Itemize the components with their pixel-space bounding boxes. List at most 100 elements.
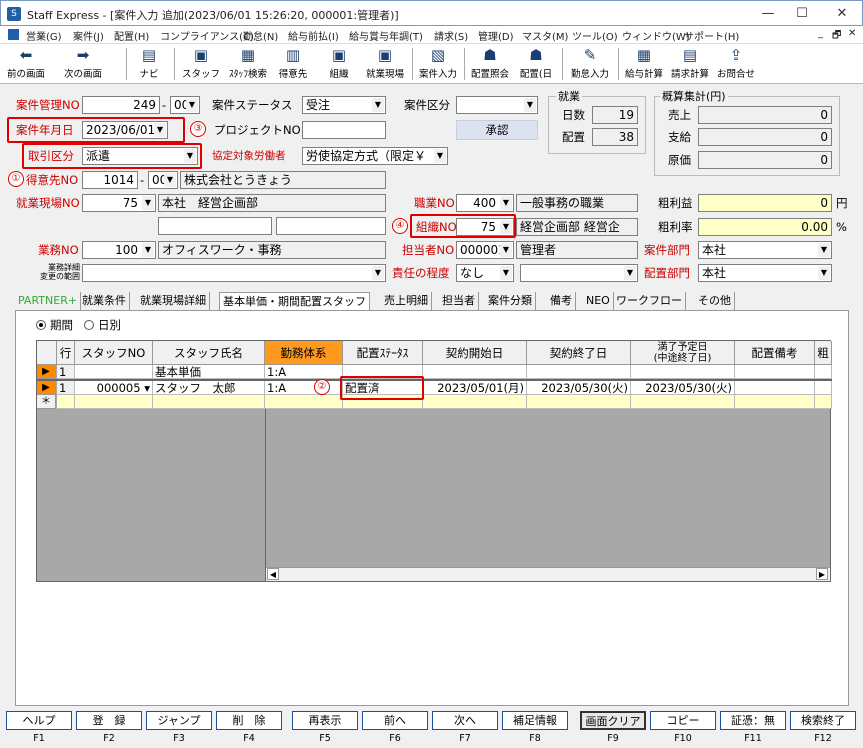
chevron-down-icon[interactable]: ▼ [818, 243, 830, 257]
case-input-button[interactable]: ▧ 案件入力 [416, 46, 460, 80]
row-selector[interactable]: ▶ [37, 381, 56, 395]
payroll-calc-button[interactable]: ▦ 給与計算 [622, 46, 666, 80]
chevron-down-icon[interactable]: ▼ [500, 266, 512, 280]
staff-search-button[interactable]: ▦ ｽﾀｯﾌ検索 [224, 46, 272, 80]
job-no-input[interactable]: 400 ▼ [456, 194, 514, 212]
chevron-down-icon[interactable]: ▼ [818, 266, 830, 280]
scroll-right-icon[interactable]: ▶ [816, 568, 828, 580]
sub-minimize-button[interactable]: _ [818, 28, 823, 39]
cell-start[interactable] [423, 365, 527, 379]
menu-case[interactable]: 案件(J) [73, 28, 104, 43]
menu-attendance[interactable]: 勤怠(N) [243, 28, 278, 43]
assign-query-button[interactable]: ☗ 配置照会 [468, 46, 512, 80]
menu-admin[interactable]: 管理(D) [478, 28, 514, 43]
scroll-left-icon[interactable]: ◀ [267, 568, 279, 580]
cell-new[interactable] [423, 395, 527, 409]
chevron-down-icon[interactable]: ▼ [372, 266, 384, 280]
tab-site-details[interactable]: 就業現場詳細 [137, 292, 210, 310]
chevron-down-icon[interactable]: ▼ [142, 243, 154, 257]
client-no-input[interactable]: 1014 [82, 171, 138, 189]
cell-staff-name[interactable]: 基本単価 [153, 365, 265, 379]
daily-radio[interactable] [84, 320, 94, 330]
minimize-button[interactable]: — [753, 4, 783, 24]
menu-billing[interactable]: 請求(S) [434, 28, 468, 43]
chevron-down-icon[interactable]: ▼ [186, 98, 198, 112]
tab-sales-detail[interactable]: 売上明細 [381, 292, 432, 310]
row-selector[interactable]: ▶ [37, 365, 56, 379]
cell-end[interactable] [527, 365, 631, 379]
project-input[interactable] [302, 121, 386, 139]
site-extra-input-2[interactable] [276, 217, 386, 235]
cell-new[interactable] [631, 395, 735, 409]
tab-base-rate-staff[interactable]: 基本単価・期間配置スタッフ [219, 292, 370, 310]
menu-payroll[interactable]: 給与賞与年調(T) [349, 28, 423, 43]
cell-new[interactable] [265, 395, 343, 409]
cell-gross[interactable] [815, 381, 832, 395]
resp-select[interactable]: なし ▼ [456, 264, 514, 282]
inquiry-button[interactable]: ⇪ お問合せ [714, 46, 758, 80]
case-kind-select[interactable]: ▼ [456, 96, 538, 114]
cell-new[interactable] [75, 395, 153, 409]
site-no-input[interactable]: 75 ▼ [82, 194, 156, 212]
menu-master[interactable]: マスタ(M) [522, 28, 568, 43]
organization-button[interactable]: ▣ 組織 [324, 46, 354, 80]
cell-new[interactable] [735, 395, 815, 409]
cell-shift[interactable]: 1:A [265, 381, 343, 395]
menu-prepay[interactable]: 給与前払(I) [288, 28, 339, 43]
f6-prev-button[interactable]: 前へ [362, 711, 428, 730]
work-no-input[interactable]: 100 ▼ [82, 241, 156, 259]
chevron-down-icon[interactable]: ▼ [142, 196, 154, 210]
f4-delete-button[interactable]: 削 除 [216, 711, 282, 730]
tab-workflow[interactable]: ワークフロー [613, 292, 686, 310]
tab-case-category[interactable]: 案件分類 [485, 292, 536, 310]
navi-button[interactable]: ▤ ナビ [134, 46, 164, 80]
case-dept-select[interactable]: 本社 ▼ [698, 241, 832, 259]
f7-next-button[interactable]: 次へ [432, 711, 498, 730]
f9-clear-screen-button[interactable]: 画面クリア [580, 711, 646, 730]
tab-others[interactable]: その他 [695, 292, 735, 310]
cell-staff-no[interactable]: 000005 ▾ [75, 381, 153, 395]
prev-screen-button[interactable]: ⬅ 前の画面 [4, 46, 48, 80]
cell-due[interactable]: 2023/05/30(火) [631, 381, 735, 395]
cell-end[interactable]: 2023/05/30(火) [527, 381, 631, 395]
case-no-input[interactable]: 249 [82, 96, 160, 114]
case-no-sub-select[interactable]: 000▼ [170, 96, 200, 114]
agreement-select[interactable]: 労使協定方式（限定￥ ▼ [302, 147, 448, 165]
next-screen-button[interactable]: ➡ 次の画面 [60, 46, 106, 80]
client-button[interactable]: ▥ 得意先 [276, 46, 310, 80]
case-status-select[interactable]: 受注 ▼ [302, 96, 386, 114]
cell-new[interactable] [815, 395, 832, 409]
staff-button[interactable]: ▣ スタッフ [182, 46, 220, 80]
sub-close-button[interactable]: ✕ [848, 28, 856, 39]
cell-new[interactable] [153, 395, 265, 409]
chevron-down-icon[interactable]: ▼ [500, 196, 512, 210]
billing-calc-button[interactable]: ▤ 請求計算 [668, 46, 712, 80]
cell-shift[interactable]: 1:A [265, 365, 343, 379]
f12-end-search-button[interactable]: 検索終了 [790, 711, 856, 730]
attendance-input-button[interactable]: ✎ 勤怠入力 [566, 46, 614, 80]
org-no-input[interactable]: 75 ▼ [456, 218, 514, 236]
tab-person-in-charge[interactable]: 担当者 [439, 292, 479, 310]
cell-due[interactable] [631, 365, 735, 379]
f2-register-button[interactable]: 登 録 [76, 711, 142, 730]
assign-dept-select[interactable]: 本社 ▼ [698, 264, 832, 282]
chevron-down-icon[interactable]: ▼ [164, 173, 176, 187]
staff-no-input[interactable]: 000001 ▼ [456, 241, 514, 259]
cell-note[interactable] [735, 365, 815, 379]
cell-note[interactable] [735, 381, 815, 395]
detail-select[interactable]: ▼ [82, 264, 386, 282]
horizontal-scrollbar[interactable]: ◀ ▶ [266, 567, 830, 581]
menu-support[interactable]: サポート(H) [684, 28, 739, 43]
tab-work-conditions[interactable]: 就業条件 [79, 292, 130, 310]
sub-restore-button[interactable]: 🗗 [832, 28, 841, 45]
trade-select[interactable]: 派遣 ▼ [82, 147, 198, 165]
cell-new[interactable] [57, 395, 75, 409]
f1-help-button[interactable]: ヘルプ [6, 711, 72, 730]
tab-remarks[interactable]: 備考 [547, 292, 576, 310]
menu-compliance[interactable]: コンプライアンス(C) [160, 28, 254, 43]
approve-button[interactable]: 承認 [456, 120, 538, 140]
close-button[interactable]: ✕ [827, 4, 857, 24]
client-sub-select[interactable]: 000▼ [148, 171, 178, 189]
site-extra-input-1[interactable] [158, 217, 272, 235]
chevron-down-icon[interactable]: ▼ [500, 243, 512, 257]
